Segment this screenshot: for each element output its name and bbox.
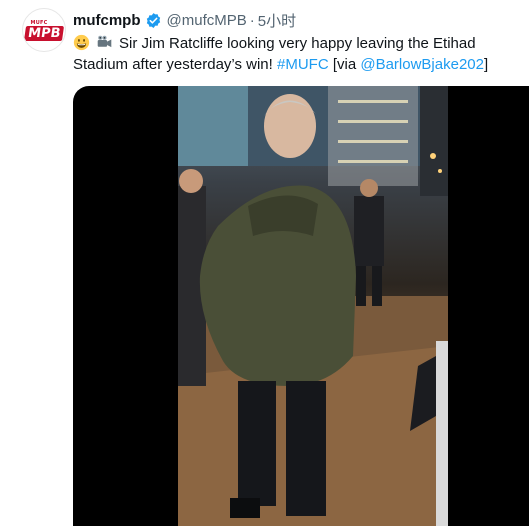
tweet-text: Sir Jim Ratcliffe looking very happy lea… bbox=[73, 33, 525, 75]
separator-dot: · bbox=[249, 11, 255, 29]
avatar-big-text: MPB bbox=[23, 25, 65, 41]
video-thumbnail bbox=[178, 86, 448, 526]
verified-badge-icon bbox=[145, 12, 162, 29]
video-frame[interactable] bbox=[178, 86, 448, 526]
tweet-text-part2: [via bbox=[328, 56, 361, 73]
avatar[interactable]: MUFC MPB bbox=[22, 8, 66, 52]
avatar-small-text: MUFC bbox=[30, 19, 48, 26]
post-time[interactable]: 5小时 bbox=[258, 10, 296, 31]
video-player[interactable] bbox=[73, 86, 529, 526]
display-name[interactable]: mufcmpb bbox=[73, 12, 141, 29]
hashtag-link[interactable]: #MUFC bbox=[277, 56, 329, 73]
video-camera-emoji-icon bbox=[96, 34, 113, 51]
mention-link[interactable]: @BarlowBjake202 bbox=[360, 56, 484, 73]
tweet-header: mufcmpb @mufcMPB · 5小时 bbox=[73, 9, 296, 31]
grinning-face-emoji-icon bbox=[73, 34, 90, 51]
user-handle[interactable]: @mufcMPB bbox=[167, 12, 247, 29]
tweet-text-part3: ] bbox=[483, 56, 489, 73]
